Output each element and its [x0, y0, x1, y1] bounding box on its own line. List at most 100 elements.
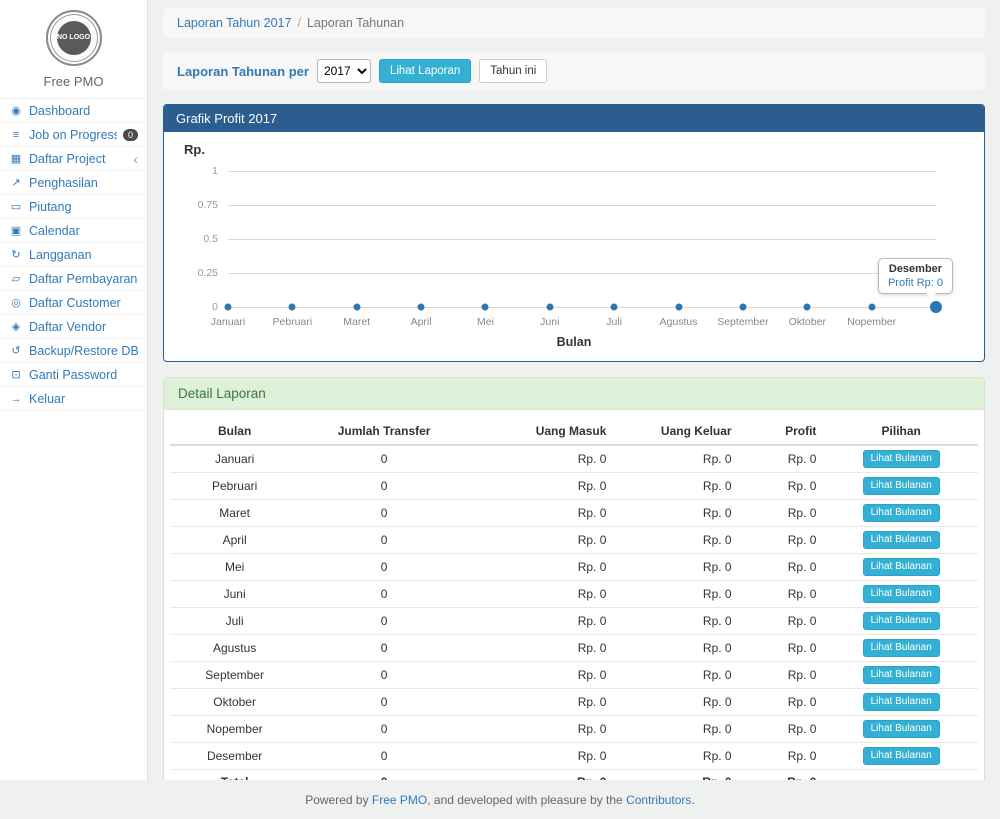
cell-jumlah-transfer: 0 [299, 473, 469, 500]
sidebar-item-dashboard[interactable]: ◉Dashboard [0, 99, 147, 123]
detail-panel: Detail Laporan BulanJumlah TransferUang … [163, 377, 985, 780]
chart-gridline [228, 171, 936, 172]
x-tick-label: Agustus [660, 316, 698, 328]
sidebar-item-langganan[interactable]: ↻Langganan [0, 243, 147, 267]
data-point-mei [482, 304, 489, 311]
lihat-bulanan-button[interactable]: Lihat Bulanan [863, 531, 940, 549]
sidebar-item-keluar[interactable]: →Keluar [0, 387, 147, 411]
sidebar-item-ganti-password[interactable]: ⊡Ganti Password [0, 363, 147, 387]
report-toolbar: Laporan Tahunan per 2017 Lihat Laporan T… [163, 52, 985, 90]
y-tick-label: 0.5 [203, 233, 218, 245]
cell-jumlah-transfer: 0 [299, 581, 469, 608]
sidebar-item-daftar-customer[interactable]: ◎ Daftar Customer [0, 291, 147, 315]
x-tick-label: Mei [477, 316, 494, 328]
sidebar-item-calendar[interactable]: ▣Calendar [0, 219, 147, 243]
cell-bulan: Agustus [170, 635, 299, 662]
chart-gridline [228, 307, 936, 308]
lock-icon: ⊡ [9, 368, 23, 381]
lihat-bulanan-button[interactable]: Lihat Bulanan [863, 612, 940, 630]
lihat-bulanan-button[interactable]: Lihat Bulanan [863, 666, 940, 684]
sidebar-item-label: Penghasilan [29, 176, 138, 190]
payment-icon: ▱ [9, 272, 23, 285]
count-badge: 0 [123, 129, 138, 141]
total-cell: Rp. 0 [614, 770, 739, 780]
footer-link-freepmo[interactable]: Free PMO [372, 793, 427, 807]
cell-uang-keluar: Rp. 0 [614, 743, 739, 770]
breadcrumb-current: Laporan Tahunan [307, 16, 404, 30]
cell-uang-keluar: Rp. 0 [614, 716, 739, 743]
breadcrumb-separator: / [297, 16, 300, 30]
col-header-jumlah-transfer: Jumlah Transfer [299, 418, 469, 445]
table-row: Maret0Rp. 0Rp. 0Rp. 0Lihat Bulanan [170, 500, 978, 527]
lihat-bulanan-button[interactable]: Lihat Bulanan [863, 720, 940, 738]
lihat-bulanan-button[interactable]: Lihat Bulanan [863, 747, 940, 765]
table-row: April0Rp. 0Rp. 0Rp. 0Lihat Bulanan [170, 527, 978, 554]
lihat-bulanan-button[interactable]: Lihat Bulanan [863, 639, 940, 657]
sidebar-item-piutang[interactable]: ▭Piutang [0, 195, 147, 219]
data-point-nopember [868, 304, 875, 311]
cell-profit: Rp. 0 [740, 608, 825, 635]
cell-pilihan: Lihat Bulanan [824, 662, 978, 689]
cell-pilihan: Lihat Bulanan [824, 608, 978, 635]
sidebar-item-label: Daftar Customer [29, 296, 138, 310]
cell-profit: Rp. 0 [740, 527, 825, 554]
sidebar-item-label: Daftar Vendor [29, 320, 138, 334]
cell-uang-masuk: Rp. 0 [469, 608, 614, 635]
toolbar-label: Laporan Tahunan per [177, 64, 309, 79]
lihat-bulanan-button[interactable]: Lihat Bulanan [863, 585, 940, 603]
cell-uang-masuk: Rp. 0 [469, 662, 614, 689]
lihat-bulanan-button[interactable]: Lihat Bulanan [863, 477, 940, 495]
tahun-ini-button[interactable]: Tahun ini [479, 59, 547, 83]
x-tick-label: Juli [606, 316, 622, 328]
table-header-row: BulanJumlah TransferUang MasukUang Kelua… [170, 418, 978, 445]
x-tick-label: Maret [343, 316, 370, 328]
cell-pilihan: Lihat Bulanan [824, 554, 978, 581]
sidebar-item-daftar-vendor[interactable]: ◈ Daftar Vendor [0, 315, 147, 339]
breadcrumb-link[interactable]: Laporan Tahun 2017 [177, 16, 291, 30]
chart-gridline [228, 273, 936, 274]
table-total-row: Total0Rp. 0Rp. 0Rp. 0 [170, 770, 978, 780]
data-point-april [418, 304, 425, 311]
cell-pilihan: Lihat Bulanan [824, 500, 978, 527]
col-header-bulan: Bulan [170, 418, 299, 445]
sidebar-item-daftar-project[interactable]: ▦Daftar Project‹ [0, 147, 147, 171]
customers-icon: ◎ [9, 296, 23, 309]
footer-text-middle: , and developed with pleasure by the [427, 793, 626, 807]
cell-uang-keluar: Rp. 0 [614, 527, 739, 554]
y-tick-label: 1 [212, 165, 218, 177]
table-row: Agustus0Rp. 0Rp. 0Rp. 0Lihat Bulanan [170, 635, 978, 662]
chart-gridline [228, 239, 936, 240]
cell-jumlah-transfer: 0 [299, 500, 469, 527]
sidebar-item-backup-restore-db[interactable]: ↺ Backup/Restore DB [0, 339, 147, 363]
lihat-bulanan-button[interactable]: Lihat Bulanan [863, 450, 940, 468]
sidebar-item-daftar-pembayaran[interactable]: ▱Daftar Pembayaran [0, 267, 147, 291]
lihat-bulanan-button[interactable]: Lihat Bulanan [863, 504, 940, 522]
total-cell: Rp. 0 [740, 770, 825, 780]
lihat-bulanan-button[interactable]: Lihat Bulanan [863, 693, 940, 711]
cell-uang-keluar: Rp. 0 [614, 500, 739, 527]
report-table: BulanJumlah TransferUang MasukUang Kelua… [170, 418, 978, 780]
lihat-laporan-button[interactable]: Lihat Laporan [379, 59, 471, 83]
cell-profit: Rp. 0 [740, 473, 825, 500]
page-footer: Powered by Free PMO, and developed with … [0, 780, 1000, 819]
year-select[interactable]: 2017 [317, 59, 371, 83]
cell-bulan: Juni [170, 581, 299, 608]
sidebar-item-penghasilan[interactable]: ↗ Penghasilan [0, 171, 147, 195]
x-tick-label: Januari [211, 316, 245, 328]
cell-jumlah-transfer: 0 [299, 635, 469, 662]
cell-jumlah-transfer: 0 [299, 608, 469, 635]
y-tick-label: 0.25 [198, 267, 218, 279]
sidebar-item-label: Backup/Restore DB [29, 344, 138, 358]
vendors-icon: ◈ [9, 320, 23, 333]
cell-jumlah-transfer: 0 [299, 689, 469, 716]
lihat-bulanan-button[interactable]: Lihat Bulanan [863, 558, 940, 576]
sidebar-item-job-on-progress[interactable]: ≡Job on Progress0 [0, 123, 147, 147]
total-cell: Rp. 0 [469, 770, 614, 780]
x-tick-label: Pebruari [273, 316, 313, 328]
cell-bulan: September [170, 662, 299, 689]
backup-restore-icon: ↺ [9, 344, 23, 357]
credit-card-icon: ▭ [9, 200, 23, 213]
line-chart-icon: ↗ [9, 176, 23, 189]
footer-link-contributors[interactable]: Contributors [626, 793, 691, 807]
cell-bulan: Nopember [170, 716, 299, 743]
